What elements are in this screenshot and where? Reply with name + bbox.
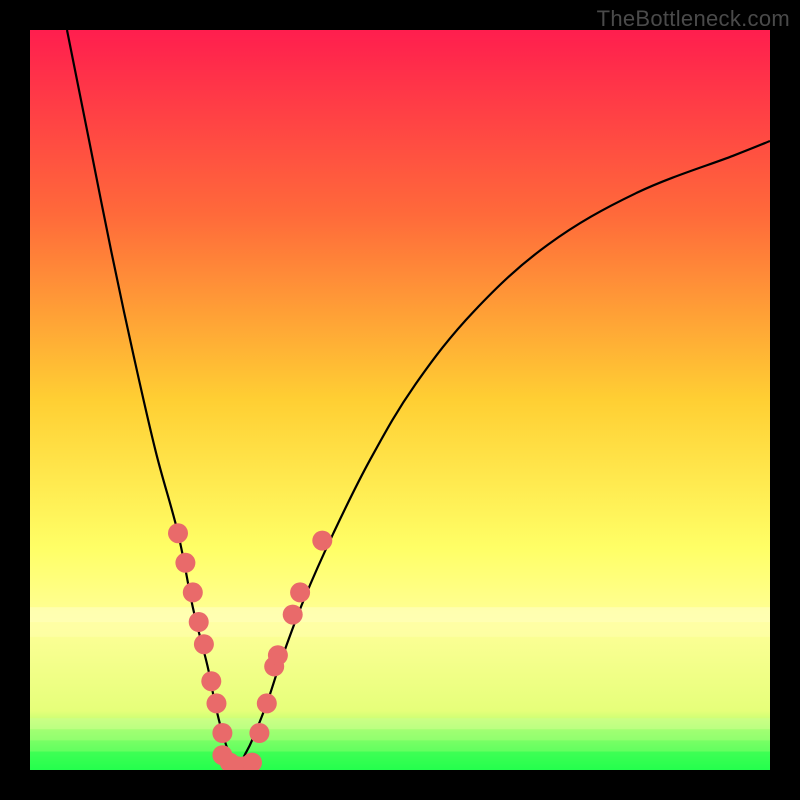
scatter-dot	[194, 634, 214, 654]
scatter-dot	[183, 582, 203, 602]
scatter-dot	[189, 612, 209, 632]
scatter-dot	[257, 693, 277, 713]
scatter-dot	[312, 531, 332, 551]
scatter-dot	[206, 693, 226, 713]
scatter-dot	[201, 671, 221, 691]
chart-container: TheBottleneck.com	[0, 0, 800, 800]
scatter-dot	[168, 523, 188, 543]
scatter-dot	[268, 645, 288, 665]
gradient-background	[30, 30, 770, 770]
plot-area	[30, 30, 770, 770]
scatter-dot	[249, 723, 269, 743]
scatter-dot	[212, 723, 232, 743]
scatter-dot	[290, 582, 310, 602]
scatter-dot	[175, 553, 195, 573]
watermark-text: TheBottleneck.com	[597, 6, 790, 32]
chart-svg	[30, 30, 770, 770]
scatter-dot	[283, 605, 303, 625]
